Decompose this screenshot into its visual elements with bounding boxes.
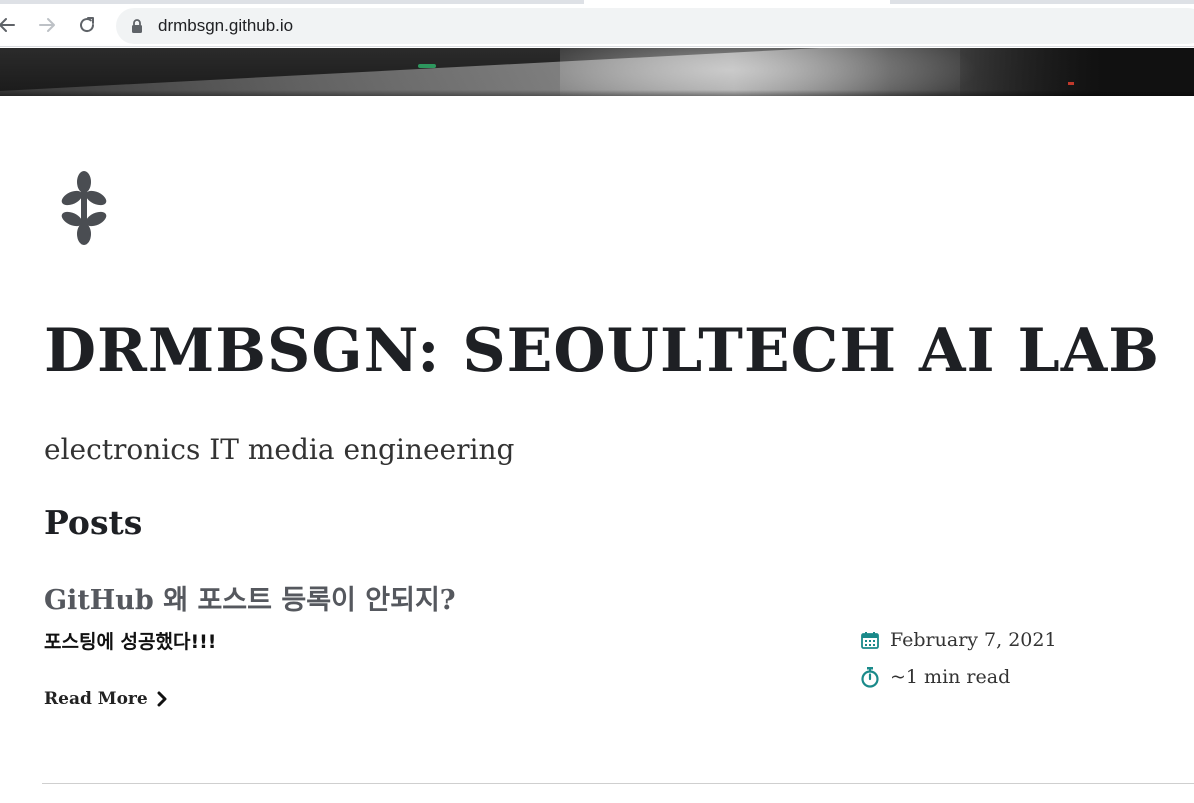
address-bar[interactable]: drmbsgn.github.io xyxy=(116,8,1194,44)
quatrefoil-logo-icon[interactable] xyxy=(60,170,108,246)
chevron-right-icon xyxy=(157,691,167,707)
post-read-time: ~1 min read xyxy=(860,666,1010,688)
post-title-link[interactable]: GitHub 왜 포스트 등록이 안되지? xyxy=(44,578,456,617)
arrow-left-icon xyxy=(0,18,15,32)
post-read-time-text: ~1 min read xyxy=(890,666,1011,688)
back-button[interactable] xyxy=(0,10,22,40)
site-subtitle: electronics IT media engineering xyxy=(44,433,515,466)
post-date-text: February 7, 2021 xyxy=(890,629,1057,651)
calendar-icon xyxy=(861,632,879,649)
forward-button[interactable] xyxy=(32,10,62,40)
post-excerpt: 포스팅에 성공했다!!! xyxy=(44,631,217,653)
reload-button[interactable] xyxy=(72,10,102,40)
browser-toolbar: drmbsgn.github.io xyxy=(0,4,1194,47)
read-more-label: Read More xyxy=(44,689,148,709)
arrow-right-icon xyxy=(39,18,55,32)
header-image xyxy=(0,48,1194,96)
post-date: February 7, 2021 xyxy=(860,629,1057,651)
lock-icon[interactable] xyxy=(130,18,144,34)
posts-heading: Posts xyxy=(44,503,143,542)
read-more-link[interactable]: Read More xyxy=(44,689,168,709)
site-title[interactable]: DRMBSGN: SEOULTECH AI LAB xyxy=(44,316,1160,386)
url-text[interactable]: drmbsgn.github.io xyxy=(158,8,293,44)
reload-icon xyxy=(80,17,95,33)
post-divider xyxy=(42,783,1194,784)
stopwatch-icon xyxy=(861,667,879,688)
